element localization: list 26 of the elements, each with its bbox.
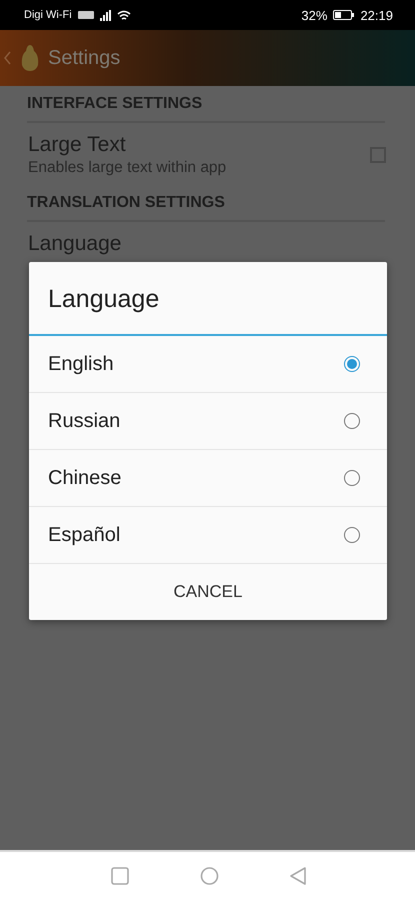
radio-button[interactable]: [344, 413, 360, 429]
clock-time: 22:19: [360, 8, 393, 22]
home-icon[interactable]: [200, 867, 219, 885]
back-icon[interactable]: [289, 867, 308, 885]
radio-button[interactable]: [344, 527, 360, 543]
setting-title: Large Text: [28, 133, 127, 157]
setting-title: Language: [28, 232, 122, 256]
dialog-title: Language: [29, 262, 387, 336]
screen-title: Settings: [48, 46, 120, 70]
wifi-icon: [116, 10, 131, 20]
recents-icon[interactable]: [111, 867, 130, 885]
radio-button[interactable]: [344, 356, 360, 372]
language-option[interactable]: Chinese: [29, 450, 387, 507]
carrier-name: Digi Wi-Fi: [24, 9, 72, 21]
section-header: TRANSLATION SETTINGS: [27, 185, 385, 222]
back-icon[interactable]: [4, 50, 12, 66]
section-header: INTERFACE SETTINGS: [27, 86, 385, 123]
radio-button[interactable]: [344, 470, 360, 486]
language-option[interactable]: Español: [29, 507, 387, 564]
cancel-button[interactable]: CANCEL: [29, 564, 387, 620]
signal-icon: [100, 10, 111, 20]
battery-percent: 32%: [301, 8, 328, 22]
language-option[interactable]: Russian: [29, 393, 387, 450]
language-option[interactable]: English: [29, 336, 387, 393]
battery-icon: [333, 10, 354, 20]
network-badge-icon: [78, 10, 94, 20]
